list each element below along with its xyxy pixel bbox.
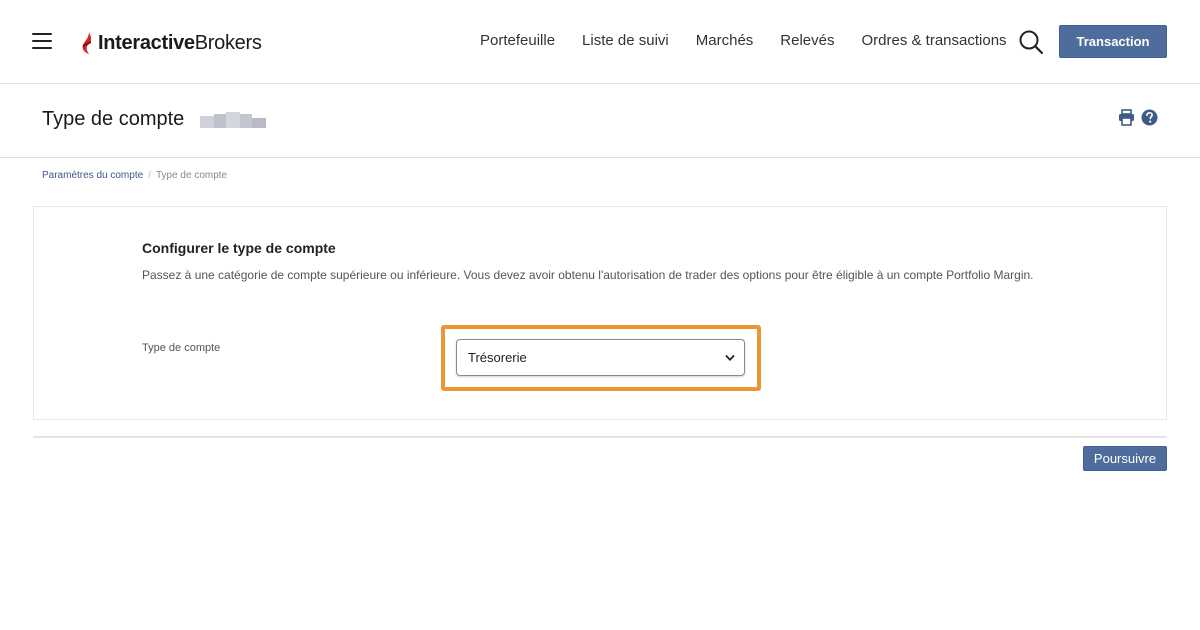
interactive-brokers-logo[interactable]: InteractiveBrokers [80,30,262,56]
card-title: Configurer le type de compte [142,240,336,256]
page-title: Type de compte [42,108,185,130]
card-description: Passez à une catégorie de compte supérie… [142,268,1034,282]
print-icon[interactable] [1118,109,1135,126]
redacted-account-id [200,112,266,130]
transaction-button[interactable]: Transaction [1059,25,1167,58]
page-header: Type de compte [0,84,1200,158]
nav-ordres-transactions[interactable]: Ordres & transactions [862,32,1007,49]
breadcrumb-parametres-du-compte[interactable]: Paramètres du compte [42,170,143,181]
logo-text: InteractiveBrokers [98,31,262,54]
nav-liste-de-suivi[interactable]: Liste de suivi [582,32,669,49]
breadcrumb-separator: / [148,170,151,181]
section-divider [33,436,1167,438]
breadcrumb: Paramètres du compte / Type de compte [42,170,227,181]
top-navigation-bar: InteractiveBrokers Portefeuille Liste de… [0,0,1200,84]
breadcrumb-current: Type de compte [155,170,228,181]
nav-releves[interactable]: Relevés [780,32,834,49]
account-type-card: Configurer le type de compte Passez à un… [33,206,1167,420]
nav-marches[interactable]: Marchés [696,32,754,49]
poursuivre-button[interactable]: Poursuivre [1083,446,1167,471]
nav-portefeuille[interactable]: Portefeuille [480,32,555,49]
account-type-label: Type de compte [142,342,221,354]
logo-flame-icon [82,32,92,54]
search-icon[interactable] [1018,29,1044,55]
help-icon[interactable] [1141,109,1158,126]
chevron-down-icon [725,355,735,361]
hamburger-menu-icon[interactable] [32,33,52,49]
account-type-selected-value: Trésorerie [468,350,527,365]
main-nav: Portefeuille Liste de suivi Marchés Rele… [480,30,1034,50]
account-type-select[interactable]: Trésorerie [456,339,745,376]
header-actions [1118,109,1158,126]
